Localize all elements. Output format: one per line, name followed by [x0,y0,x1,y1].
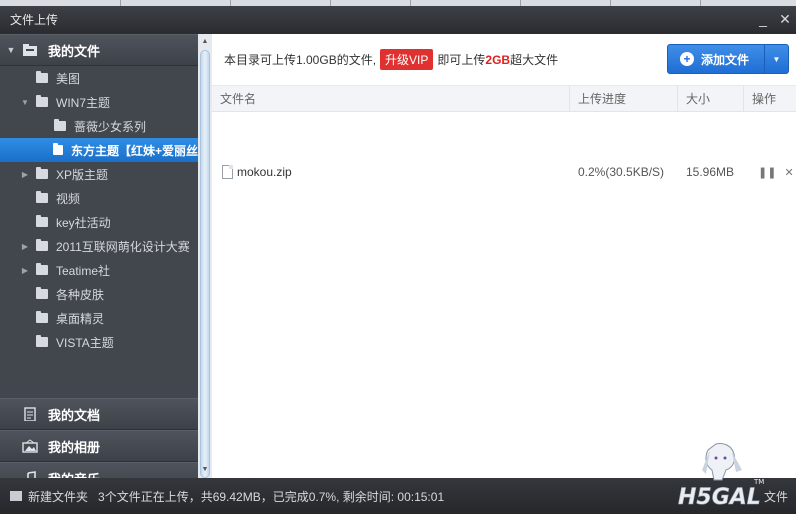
sidebar-folder-item[interactable]: 各种皮肤 [0,282,198,306]
folder-label: 各种皮肤 [56,287,105,302]
status-bar: 新建文件夹 3个文件正在上传，共69.42MB，已完成0.7%, 剩余时间: 0… [0,478,796,514]
folder-tree: 美图 ▼ WIN7主题蔷薇少女系列东方主题【红妹+爱丽丝 ▶ XP版主题视频 key社活动… [0,66,198,354]
my-files-icon [23,44,37,56]
upload-status: 3个文件正在上传，共69.42MB，已完成0.7%, 剩余时间: 00:15:0… [98,489,445,504]
window-title: 文件上传 [10,12,59,27]
folder-label: 桌面精灵 [56,311,105,326]
file-size: 15.96MB [686,165,735,179]
sidebar-folder-item[interactable]: 视频 [0,186,198,210]
col-ops: 操作 [752,92,777,106]
minimize-button[interactable]: _ [752,8,774,30]
notice-middle: 即可上传 [437,53,486,67]
category-label: 我的相册 [48,439,101,455]
category-item[interactable]: 我的文档 [0,398,198,430]
folder-icon [36,215,48,227]
folder-label: VISTA主题 [56,335,114,350]
col-size[interactable]: 大小 [678,86,744,111]
notice-suffix: 超大文件 [510,53,559,67]
sidebar-folder-item[interactable]: 美图 [0,66,198,90]
sidebar-folder-item[interactable]: ▼ WIN7主题 [0,90,198,114]
expand-right-icon[interactable]: ▶ [20,242,30,251]
category-item[interactable]: 我的相册 [0,430,198,462]
expand-right-icon[interactable]: ▶ [20,170,30,179]
add-file-button: + 添加文件 ▼ [667,44,789,74]
folder-icon [36,191,48,203]
category-my-files[interactable]: ▼ 我的文件 [0,34,198,66]
sidebar-folder-item[interactable]: ▶ XP版主题 [0,162,198,186]
document-icon [24,407,36,421]
file-icon [222,165,233,179]
col-progress[interactable]: 上传进度 [570,86,678,111]
upload-panel: 本目录可上传1.00GB的文件, 升级VIP 即可上传 2GB 超大文件 + 添… [212,34,796,478]
folder-label: XP版主题 [56,167,109,182]
expand-down-icon[interactable]: ▼ [20,98,30,107]
folder-label: 美图 [56,71,81,86]
folder-icon [36,311,48,323]
folder-icon [36,95,48,107]
sidebar-folder-item[interactable]: key社活动 [0,210,198,234]
sidebar-folder-item[interactable]: ▶ 2011互联网萌化设计大赛 [0,234,198,258]
sidebar-scrollbar[interactable]: ▲ ▼ [198,34,212,478]
folder-label: 2011互联网萌化设计大赛 [56,239,190,254]
sidebar: ▼ 我的文件 美图 ▼ WIN7主题蔷薇少女系列东方主题【红妹+爱丽丝 ▶ XP版主题视… [0,34,198,478]
file-ops: ❚❚ ✕ [744,166,796,179]
plus-icon: + [680,52,694,66]
add-file-main[interactable]: + 添加文件 [668,45,764,73]
photo-album-icon [22,439,38,453]
new-folder-label: 新建文件夹 [28,489,89,504]
scroll-up-icon[interactable]: ▲ [198,36,212,48]
folder-icon [36,263,48,275]
remove-icon[interactable]: ✕ [784,166,793,179]
file-name: mokou.zip [237,165,292,179]
file-progress: 0.2%(30.5KB/S) [578,165,665,179]
notice-prefix: 本目录可上传1.00GB的文件, [224,53,377,67]
folder-label: Teatime社 [56,263,111,278]
folder-label: WIN7主题 [56,95,111,110]
close-button[interactable]: ✕ [774,8,796,30]
folder-label: key社活动 [56,215,111,230]
pause-icon[interactable]: ❚❚ [758,166,776,179]
sidebar-folder-item[interactable]: ▶ Teatime社 [0,258,198,282]
folder-icon [36,287,48,299]
file-name-cell: mokou.zip [212,165,570,179]
category-label: 我的文件 [48,43,101,59]
folder-icon [36,71,48,83]
folder-icon [36,167,48,179]
col-name[interactable]: 文件名 [212,86,570,111]
new-folder-icon [10,491,22,501]
music-note-icon [27,471,36,478]
table-header: 文件名 上传进度 大小 操作 [212,86,796,112]
table-row[interactable]: mokou.zip 0.2%(30.5KB/S) 15.96MB ❚❚ ✕ [212,160,796,184]
chevron-down-icon: ▼ [772,54,781,64]
category-label: 我的音乐 [48,469,100,479]
category-item[interactable]: 我的音乐 [0,462,198,478]
category-label: 我的文档 [48,407,101,423]
expand-right-icon[interactable]: ▶ [20,266,30,275]
add-file-dropdown[interactable]: ▼ [764,45,788,73]
sidebar-folder-item[interactable]: 桌面精灵 [0,306,198,330]
upgrade-vip-button[interactable]: 升级VIP [380,49,434,70]
sidebar-folder-item[interactable]: 东方主题【红妹+爱丽丝 [0,138,198,162]
folder-icon [36,239,48,251]
status-right-text: 文件 [763,490,788,504]
folder-label: 东方主题【红妹+爱丽丝 [70,143,198,158]
add-file-label: 添加文件 [701,52,750,67]
folder-icon [36,335,48,347]
new-folder-button[interactable]: 新建文件夹 [0,488,88,505]
category-list: 我的文档我的相册我的音乐我的视频 [0,398,198,478]
folder-label: 蔷薇少女系列 [74,119,147,134]
scrollbar-thumb[interactable] [200,50,210,478]
sidebar-folder-item[interactable]: 蔷薇少女系列 [0,114,198,138]
folder-label: 视频 [56,191,81,206]
sidebar-folder-item[interactable]: VISTA主题 [0,330,198,354]
scroll-down-icon[interactable]: ▼ [198,464,212,476]
folder-icon [54,119,66,131]
notice-highlight: 2GB [485,52,511,67]
title-bar: 文件上传 _ ✕ [0,6,796,32]
collapse-arrow-icon[interactable]: ▼ [0,45,22,55]
folder-icon [52,143,63,155]
